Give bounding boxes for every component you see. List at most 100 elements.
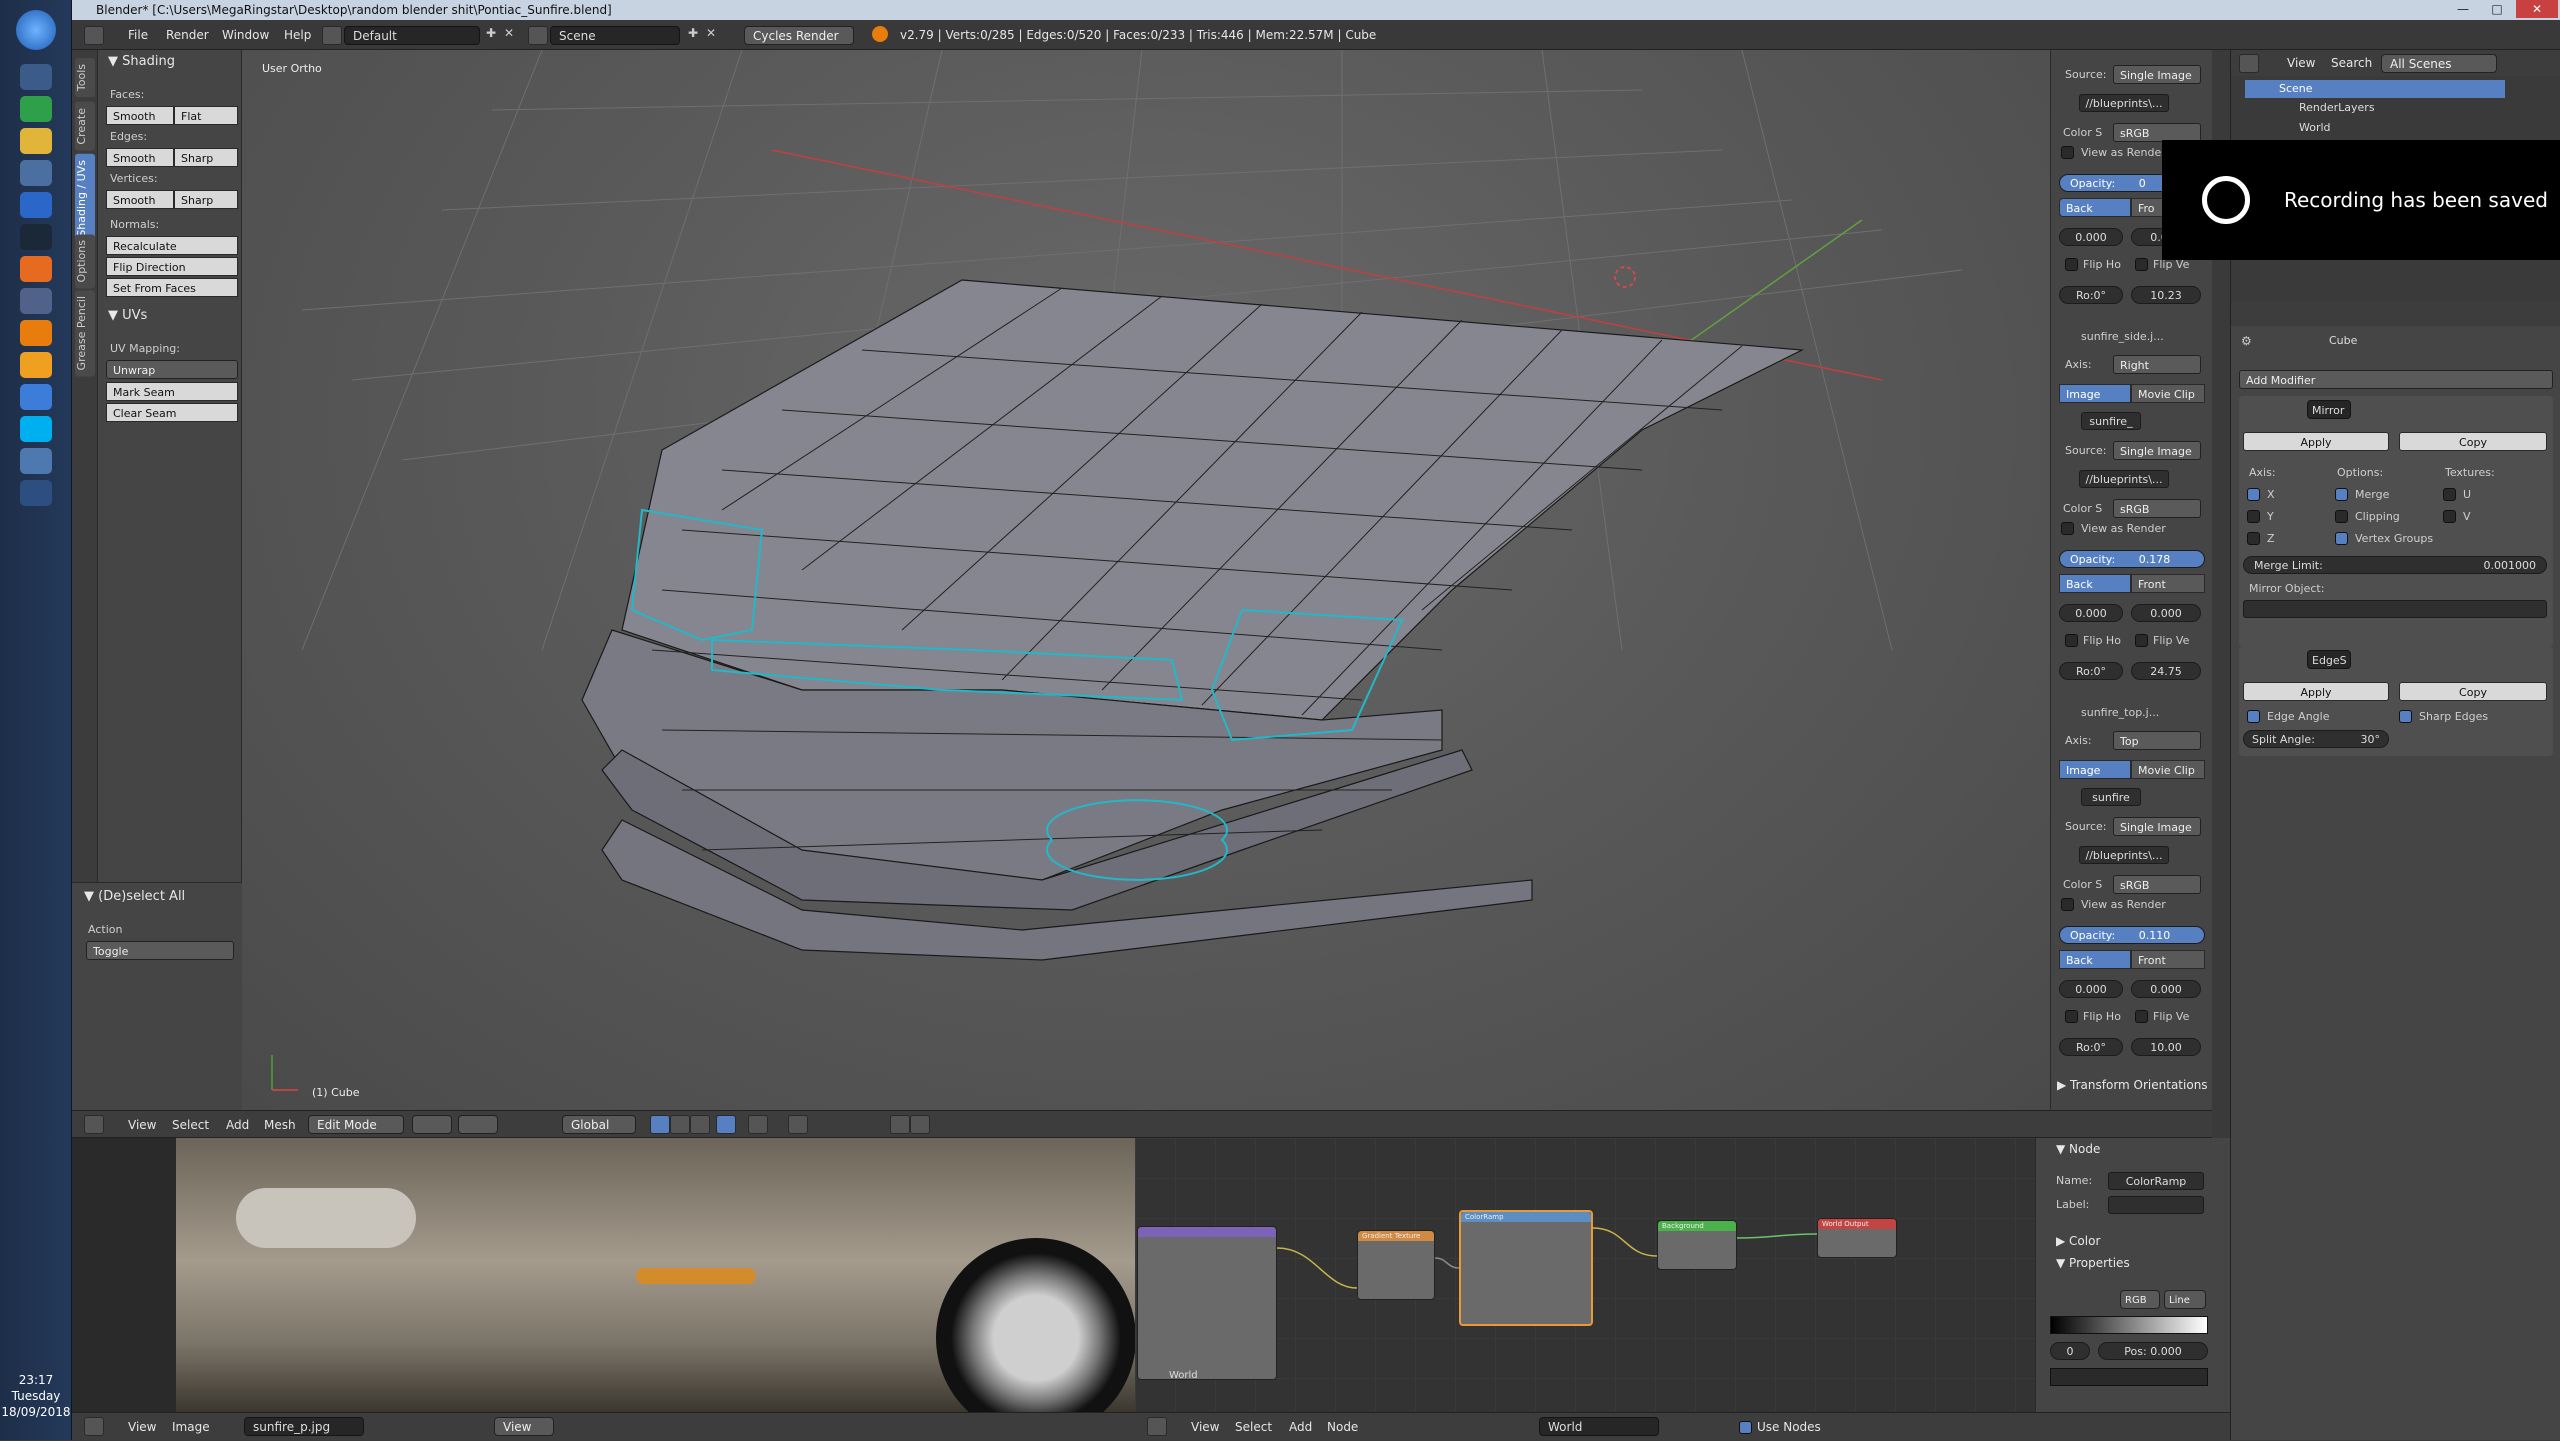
sharp-edges-checkbox[interactable]: [2399, 710, 2412, 723]
mirror-y-checkbox[interactable]: [2247, 510, 2260, 523]
delete-scene-icon[interactable]: ✕: [706, 26, 716, 40]
editor-type-icon[interactable]: [84, 26, 104, 45]
rotation-field-1[interactable]: Ro:0°: [2059, 286, 2123, 304]
image-name-3[interactable]: sunfire: [2081, 788, 2141, 806]
menu-help[interactable]: Help: [284, 20, 311, 50]
viewport-menu-view[interactable]: View: [128, 1111, 156, 1139]
outliner-filter-dropdown[interactable]: All Scenes: [2381, 54, 2497, 73]
bg2-name[interactable]: sunfire_side.j...: [2081, 330, 2164, 343]
edgesplit-apply-button[interactable]: Apply: [2243, 682, 2389, 701]
back-button-1[interactable]: Back: [2059, 198, 2131, 217]
size-field-1[interactable]: 10.23: [2131, 286, 2201, 304]
mark-seam-button[interactable]: Mark Seam: [106, 382, 238, 401]
add-layout-icon[interactable]: ✚: [486, 26, 496, 40]
viewport-menu-add[interactable]: Add: [226, 1111, 249, 1139]
image-filepath[interactable]: //blueprints\...: [2079, 94, 2169, 112]
edges-sharp-button[interactable]: Sharp: [174, 148, 238, 167]
editor-type-icon[interactable]: [2239, 54, 2259, 73]
render-anim-icon[interactable]: [910, 1115, 930, 1134]
occlude-geometry-icon[interactable]: [716, 1115, 736, 1134]
add-modifier-dropdown[interactable]: Add Modifier: [2239, 370, 2553, 389]
image-tab-3[interactable]: Image: [2059, 760, 2131, 779]
shading-panel-title[interactable]: ▼ Shading: [108, 54, 175, 69]
rotation-field-3[interactable]: Ro:0°: [2059, 1038, 2123, 1056]
tab-shading-uvs[interactable]: Shading / UVs: [75, 154, 95, 243]
mirror-apply-button[interactable]: Apply: [2243, 432, 2389, 451]
mirror-x-checkbox[interactable]: [2247, 488, 2260, 501]
source-dropdown-3[interactable]: Single Image: [2113, 817, 2201, 836]
menu-window[interactable]: Window: [222, 20, 269, 50]
delete-layout-icon[interactable]: ✕: [504, 26, 514, 40]
flip-h-checkbox-1[interactable]: [2065, 258, 2078, 271]
taskbar-app-icon[interactable]: [20, 448, 52, 474]
source-dropdown[interactable]: Single Image: [2113, 65, 2201, 84]
opacity-field-2[interactable]: Opacity: 0.178: [2059, 550, 2205, 568]
proportional-edit-icon[interactable]: [748, 1115, 768, 1134]
editor-type-icon[interactable]: [1147, 1417, 1167, 1436]
node-name-field[interactable]: ColorRamp: [2108, 1172, 2204, 1190]
texture-u-checkbox[interactable]: [2443, 488, 2456, 501]
taskbar-app-icon[interactable]: [20, 160, 52, 186]
use-nodes-checkbox[interactable]: [1739, 1421, 1752, 1434]
set-from-faces-button[interactable]: Set From Faces: [106, 278, 238, 297]
viewport-menu-mesh[interactable]: Mesh: [264, 1111, 296, 1139]
offset-y-field-3[interactable]: 0.000: [2131, 980, 2201, 998]
flip-direction-button[interactable]: Flip Direction: [106, 257, 238, 276]
3d-viewport[interactable]: User Ortho (1) Cube: [242, 50, 2050, 1110]
ramp-index-field[interactable]: 0: [2050, 1342, 2090, 1360]
texture-v-checkbox[interactable]: [2443, 510, 2456, 523]
taskbar-app-icon[interactable]: [20, 288, 52, 314]
world-datablock-field[interactable]: World: [1539, 1417, 1659, 1436]
image-view-dropdown[interactable]: View: [494, 1417, 554, 1436]
image-name-field[interactable]: sunfire_p.jpg: [244, 1417, 364, 1436]
movie-clip-tab-2[interactable]: Movie Clip: [2131, 384, 2205, 403]
flip-h-checkbox-2[interactable]: [2065, 634, 2078, 647]
node-menu-node[interactable]: Node: [1327, 1413, 1358, 1441]
screen-layout-field[interactable]: Default: [344, 26, 480, 45]
node-menu-add[interactable]: Add: [1289, 1413, 1312, 1441]
offset-x-field-2[interactable]: 0.000: [2059, 604, 2123, 622]
vertex-groups-checkbox[interactable]: [2335, 532, 2348, 545]
layout-icon[interactable]: [322, 26, 342, 45]
node-menu-select[interactable]: Select: [1235, 1413, 1272, 1441]
system-clock[interactable]: 23:17 Tuesday 18/09/2018: [0, 1372, 72, 1420]
view-as-render-checkbox-3[interactable]: [2061, 898, 2074, 911]
node-label-field[interactable]: [2108, 1196, 2204, 1214]
image-editor[interactable]: [72, 1138, 1136, 1438]
edgesplit-name-field[interactable]: EdgeS: [2307, 650, 2351, 669]
interaction-mode-dropdown[interactable]: Edit Mode: [308, 1115, 404, 1134]
menu-render[interactable]: Render: [166, 20, 209, 50]
ramp-position-field[interactable]: Pos: 0.000: [2098, 1342, 2208, 1360]
image-menu-view[interactable]: View: [128, 1413, 156, 1441]
axis-dropdown-2[interactable]: Right: [2113, 355, 2201, 374]
outliner-item-renderlayers[interactable]: RenderLayers: [2299, 101, 2375, 114]
outliner-item-world[interactable]: World: [2299, 121, 2331, 134]
merge-limit-field[interactable]: Merge Limit: 0.001000: [2243, 556, 2547, 574]
tab-tools[interactable]: Tools: [75, 58, 95, 98]
opacity-field-3[interactable]: Opacity: 0.110: [2059, 926, 2205, 944]
outliner-item-scene[interactable]: Scene: [2245, 80, 2505, 98]
taskbar-app-icon[interactable]: [20, 480, 52, 506]
vertices-smooth-button[interactable]: Smooth: [106, 190, 174, 209]
transform-orientation-dropdown[interactable]: Global: [562, 1115, 636, 1134]
vertex-select-icon[interactable]: [650, 1115, 670, 1134]
unwrap-dropdown[interactable]: Unwrap: [106, 360, 238, 379]
offset-x-field-3[interactable]: 0.000: [2059, 980, 2123, 998]
snap-icon[interactable]: [788, 1115, 808, 1134]
pivot-dropdown[interactable]: [458, 1115, 498, 1134]
node-panel-title[interactable]: ▼ Node: [2056, 1142, 2100, 1156]
face-select-icon[interactable]: [690, 1115, 710, 1134]
image-filepath-2[interactable]: //blueprints\...: [2079, 470, 2169, 488]
node-editor[interactable]: World Gradient Texture ColorRamp Backgro…: [1135, 1138, 2035, 1412]
uvs-panel-title[interactable]: ▼ UVs: [108, 308, 147, 323]
ramp-color-swatch[interactable]: [2050, 1368, 2208, 1386]
taskbar-app-icon[interactable]: [20, 352, 52, 378]
scene-field[interactable]: Scene: [550, 26, 680, 45]
minimize-button[interactable]: —: [2448, 0, 2478, 18]
malwarebytes-icon[interactable]: [20, 192, 52, 218]
back-button-2[interactable]: Back: [2059, 574, 2131, 593]
back-button-3[interactable]: Back: [2059, 950, 2131, 969]
viewport-menu-select[interactable]: Select: [172, 1111, 209, 1139]
viewport-shading-dropdown[interactable]: [412, 1115, 452, 1134]
view-as-render-checkbox-2[interactable]: [2061, 522, 2074, 535]
